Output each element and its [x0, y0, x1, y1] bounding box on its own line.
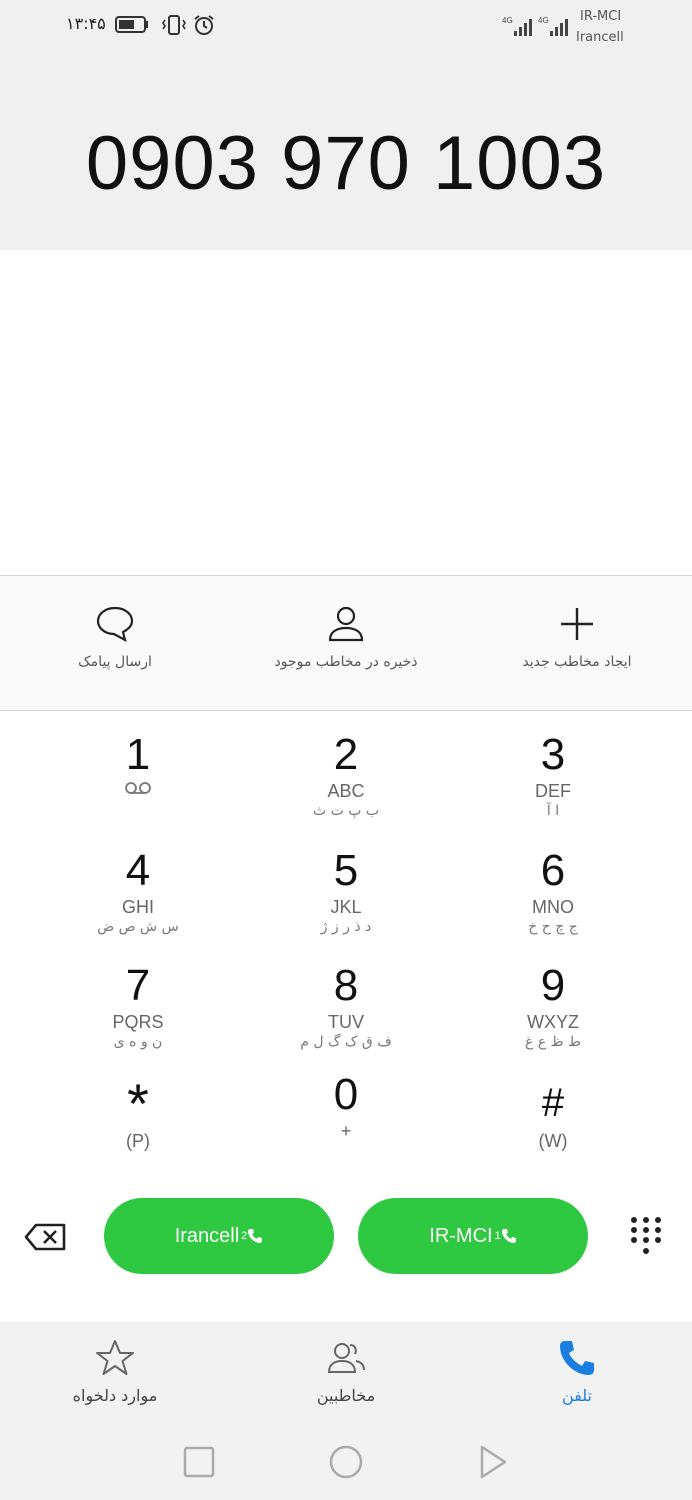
back-icon[interactable]	[472, 1442, 512, 1482]
svg-text:4G: 4G	[502, 16, 513, 25]
key-digit: *	[127, 1072, 149, 1135]
key-farsi: ب پ ت ث	[312, 803, 380, 819]
dialpad-toggle-icon[interactable]	[630, 1216, 662, 1256]
key-letters: GHI	[121, 897, 154, 917]
key-digit: 2	[333, 730, 359, 779]
key-7[interactable]: 7 PQRS ن و ه ی	[38, 961, 238, 1071]
dialed-number[interactable]: 0903 970 1003	[0, 120, 692, 207]
key-digit: 4	[125, 846, 151, 895]
signal-icon: 4G	[538, 16, 568, 36]
person-icon	[328, 606, 364, 642]
action-row: ارسال پیامک ذخیره در مخاطب موجود ایجاد م…	[0, 575, 692, 711]
key-2[interactable]: 2 ABC ب پ ت ث	[246, 730, 446, 840]
key-digit: 8	[333, 961, 359, 1010]
key-9[interactable]: 9 WXYZ ط ظ ع غ	[453, 961, 653, 1071]
bottom-navigation: موارد دلخواه مخاطبین تلفن	[0, 1322, 692, 1500]
call-ir-mci-button[interactable]: IR-MCI 1	[358, 1198, 588, 1274]
phone-icon	[248, 1229, 263, 1243]
key-letters: ABC	[327, 781, 365, 801]
key-digit: 9	[540, 961, 566, 1010]
backspace-icon[interactable]	[24, 1222, 68, 1252]
status-time: ۱۳:۴۵	[66, 14, 106, 33]
key-letters: (P)	[126, 1131, 150, 1151]
key-farsi: ن و ه ی	[113, 1034, 163, 1050]
key-letters: (W)	[538, 1131, 568, 1151]
key-letters: WXYZ	[527, 1012, 579, 1032]
call-button-label: IR-MCI	[429, 1224, 493, 1247]
key-digit: 7	[125, 961, 151, 1010]
key-farsi: ف ق ک گ ل م	[300, 1034, 392, 1050]
tab-label: تلفن	[561, 1386, 593, 1405]
call-button-label: Irancell	[174, 1224, 240, 1247]
add-to-existing-label: ذخیره در مخاطب موجود	[274, 654, 418, 670]
phone-icon	[501, 1229, 516, 1243]
home-icon[interactable]	[326, 1442, 366, 1482]
plus-icon	[561, 608, 593, 640]
contacts-icon	[327, 1343, 365, 1373]
tab-favorites[interactable]: موارد دلخواه	[0, 1322, 230, 1422]
key-digit: 6	[540, 846, 566, 895]
svg-text:4G: 4G	[538, 16, 549, 25]
key-4[interactable]: 4 GHI س ش ص ض	[38, 846, 238, 956]
signal-icon: 4G	[502, 16, 532, 36]
key-0[interactable]: 0 +	[246, 1070, 446, 1180]
send-sms-button[interactable]: ارسال پیامک	[0, 576, 230, 710]
tab-contacts[interactable]: مخاطبین	[231, 1322, 461, 1422]
key-digit: 5	[333, 846, 359, 895]
tab-label: مخاطبین	[316, 1386, 376, 1405]
key-letters: DEF	[535, 781, 571, 801]
key-letters: PQRS	[112, 1012, 164, 1032]
key-digit: 0	[333, 1070, 359, 1119]
battery-icon	[115, 16, 148, 33]
dialer-header: ۱۳:۴۵ 4G 4G IR-MCI Irancell 0903 970 100…	[0, 0, 692, 250]
key-digit: #	[541, 1081, 565, 1125]
call-irancell-button[interactable]: Irancell 2	[104, 1198, 334, 1274]
key-letters: MNO	[532, 897, 574, 917]
key-digit: 3	[540, 730, 566, 779]
recents-icon[interactable]	[179, 1442, 219, 1482]
key-5[interactable]: 5 JKL د ذ ر ز ژ	[246, 846, 446, 956]
voicemail-icon	[125, 782, 151, 794]
alarm-icon	[194, 15, 214, 35]
key-farsi: ج چ ح خ	[528, 919, 578, 935]
key-hash[interactable]: # (W)	[453, 1076, 653, 1186]
tab-label: موارد دلخواه	[72, 1386, 158, 1405]
key-digit: 1	[125, 730, 151, 779]
key-8[interactable]: 8 TUV ف ق ک گ ل م	[246, 961, 446, 1071]
key-1[interactable]: 1	[38, 730, 238, 840]
phone-icon	[560, 1341, 594, 1375]
key-farsi: ط ظ ع غ	[525, 1034, 581, 1050]
message-icon	[96, 606, 134, 643]
star-icon	[96, 1340, 134, 1375]
key-letters: +	[340, 1121, 352, 1141]
create-contact-label: ایجاد مخاطب جدید	[522, 654, 632, 670]
add-to-existing-contact-button[interactable]: ذخیره در مخاطب موجود	[231, 576, 461, 710]
send-sms-label: ارسال پیامک	[78, 654, 152, 670]
key-farsi: د ذ ر ز ژ	[320, 919, 372, 935]
tab-phone[interactable]: تلفن	[462, 1322, 692, 1422]
key-star[interactable]: * (P)	[38, 1076, 238, 1186]
create-new-contact-button[interactable]: ایجاد مخاطب جدید	[462, 576, 692, 710]
key-letters: JKL	[330, 897, 362, 917]
key-farsi: س ش ص ض	[97, 919, 179, 935]
vibrate-icon	[162, 15, 186, 35]
key-letters: TUV	[328, 1012, 364, 1032]
key-farsi: ا آ	[546, 803, 560, 819]
carrier-label: Irancell	[576, 30, 624, 45]
key-3[interactable]: 3 DEF ا آ	[453, 730, 653, 840]
carrier-label: IR-MCI	[580, 9, 622, 24]
key-6[interactable]: 6 MNO ج چ ح خ	[453, 846, 653, 956]
